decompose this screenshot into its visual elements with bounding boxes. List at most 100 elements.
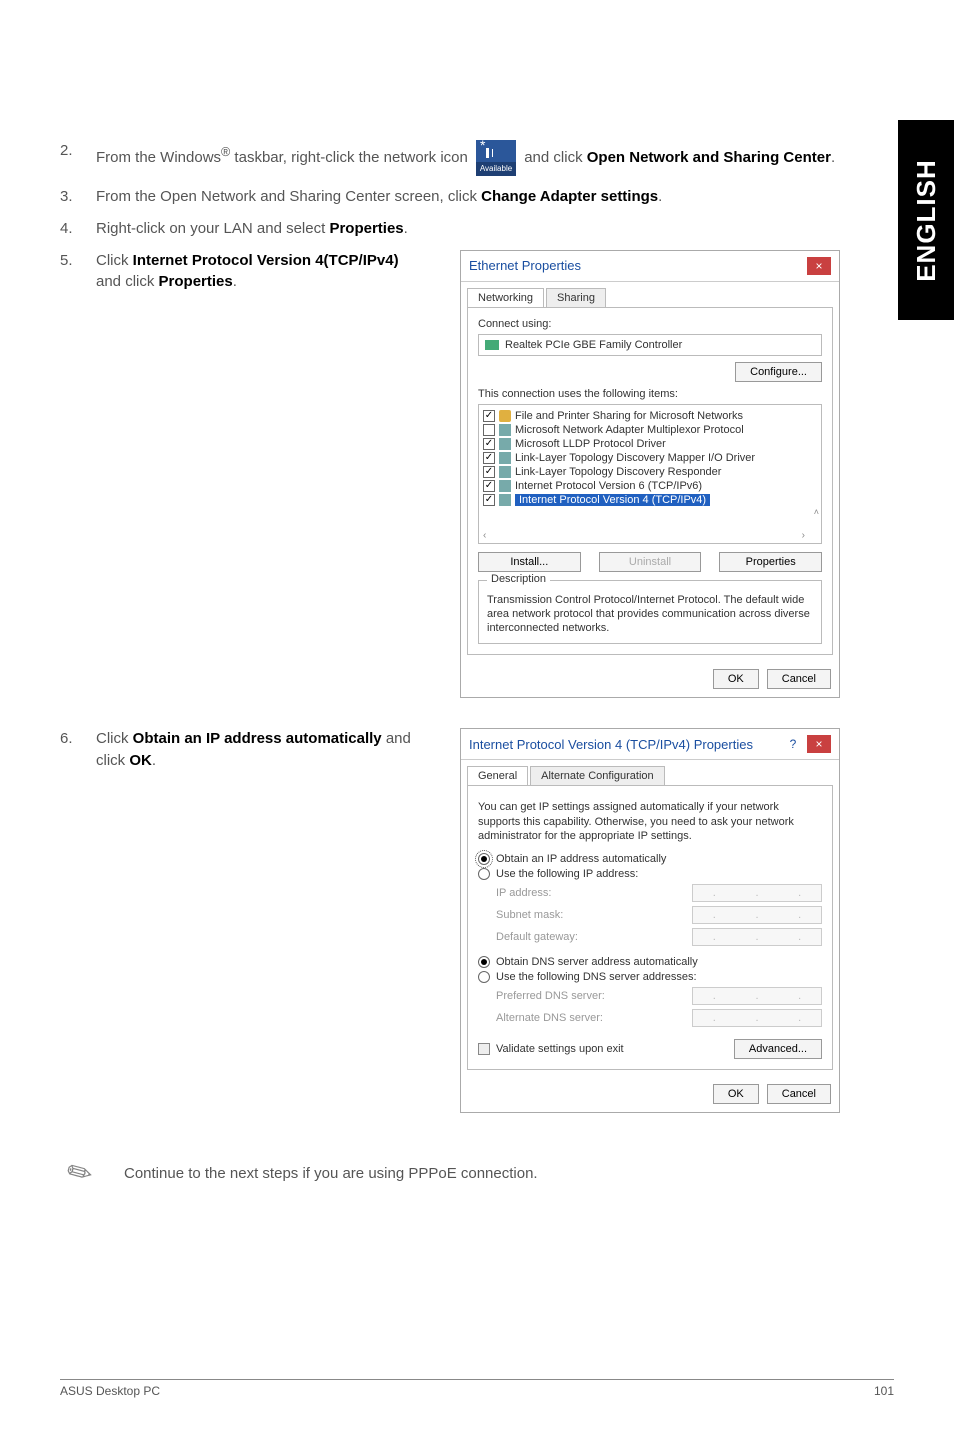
properties-button[interactable]: Properties <box>719 552 822 572</box>
ok-button[interactable]: OK <box>713 1084 759 1104</box>
close-icon[interactable]: × <box>807 735 831 753</box>
list-item[interactable]: File and Printer Sharing for Microsoft N… <box>483 409 817 423</box>
radio-use-following-dns[interactable]: Use the following DNS server addresses: <box>478 971 822 983</box>
step-5-text-b: and click <box>96 273 159 290</box>
tab-alternate-configuration[interactable]: Alternate Configuration <box>530 766 665 785</box>
radio-use-following-dns-label: Use the following DNS server addresses: <box>496 971 697 983</box>
preferred-dns-label: Preferred DNS server: <box>496 990 605 1002</box>
cancel-button[interactable]: Cancel <box>767 669 831 689</box>
configure-button[interactable]: Configure... <box>735 362 822 382</box>
list-item[interactable]: Internet Protocol Version 4 (TCP/IPv4) <box>483 493 817 507</box>
dialog2-tabs: General Alternate Configuration <box>467 766 833 785</box>
protocol-icon <box>499 494 511 506</box>
step-6-text-a: Click <box>96 730 133 747</box>
cancel-button[interactable]: Cancel <box>767 1084 831 1104</box>
list-item-label: Internet Protocol Version 6 (TCP/IPv6) <box>515 480 702 492</box>
tab-sharing[interactable]: Sharing <box>546 288 606 307</box>
dialog1-footer: OK Cancel <box>461 661 839 697</box>
step-2-bold: Open Network and Sharing Center <box>587 149 831 166</box>
step-5-text-a: Click <box>96 252 133 269</box>
tab-general[interactable]: General <box>467 766 528 785</box>
radio-use-following-ip[interactable]: Use the following IP address: <box>478 868 822 880</box>
step-2-text-a: From the Windows <box>96 149 221 166</box>
step-2-body: From the Windows® taskbar, right-click t… <box>96 140 880 176</box>
checkbox-icon[interactable] <box>483 480 495 492</box>
validate-checkbox[interactable] <box>478 1043 490 1055</box>
note-text: Continue to the next steps if you are us… <box>124 1165 538 1182</box>
description-text: Transmission Control Protocol/Internet P… <box>487 593 813 636</box>
tab-networking[interactable]: Networking <box>467 288 544 307</box>
dialog2-footer: OK Cancel <box>461 1076 839 1112</box>
radio-use-following-ip-label: Use the following IP address: <box>496 868 638 880</box>
language-side-tab: ENGLISH <box>898 120 954 320</box>
list-item[interactable]: Link-Layer Topology Discovery Responder <box>483 465 817 479</box>
network-tray-icon-label: Available <box>476 162 516 176</box>
step-4-number: 4. <box>60 218 96 240</box>
step-2-number: 2. <box>60 140 96 176</box>
list-item[interactable]: Microsoft Network Adapter Multiplexor Pr… <box>483 423 817 437</box>
nic-icon <box>485 340 499 350</box>
step-4-body: Right-click on your LAN and select Prope… <box>96 218 880 240</box>
ipv4-properties-dialog: Internet Protocol Version 4 (TCP/IPv4) P… <box>460 728 840 1113</box>
protocol-icon <box>499 452 511 464</box>
protocol-icon <box>499 466 511 478</box>
pen-icon: ✎ <box>53 1146 108 1201</box>
ip-address-field: IP address: ... <box>496 884 822 902</box>
ok-button[interactable]: OK <box>713 669 759 689</box>
hscroll-left-icon[interactable]: ‹ <box>483 530 486 541</box>
step-5-row: 5. Click Internet Protocol Version 4(TCP… <box>60 250 880 699</box>
install-button[interactable]: Install... <box>478 552 581 572</box>
page-footer: ASUS Desktop PC 101 <box>60 1379 894 1398</box>
step-3-end: . <box>658 188 662 205</box>
network-tray-icon: Available <box>476 140 516 176</box>
dialog2-title: Internet Protocol Version 4 (TCP/IPv4) P… <box>469 737 753 752</box>
radio-icon <box>478 868 490 880</box>
list-item-label: Microsoft LLDP Protocol Driver <box>515 438 666 450</box>
checkbox-icon[interactable] <box>483 466 495 478</box>
scroll-up-icon[interactable]: ˄ <box>814 507 819 517</box>
list-item-label: File and Printer Sharing for Microsoft N… <box>515 410 743 422</box>
close-icon[interactable]: × <box>807 257 831 275</box>
protocol-icon <box>499 424 511 436</box>
list-item-label: Link-Layer Topology Discovery Responder <box>515 466 721 478</box>
default-gateway-field: Default gateway: ... <box>496 928 822 946</box>
advanced-button[interactable]: Advanced... <box>734 1039 822 1059</box>
list-item-label: Link-Layer Topology Discovery Mapper I/O… <box>515 452 755 464</box>
radio-icon <box>478 956 490 968</box>
step-3: 3. From the Open Network and Sharing Cen… <box>60 186 880 208</box>
step-3-text: From the Open Network and Sharing Center… <box>96 188 481 205</box>
checkbox-icon[interactable] <box>483 424 495 436</box>
list-item[interactable]: Link-Layer Topology Discovery Mapper I/O… <box>483 451 817 465</box>
step-6: 6. Click Obtain an IP address automatica… <box>60 728 420 1103</box>
list-item-label: Microsoft Network Adapter Multiplexor Pr… <box>515 424 744 436</box>
radio-obtain-ip-auto[interactable]: Obtain an IP address automatically <box>478 853 822 865</box>
checkbox-icon[interactable] <box>483 410 495 422</box>
language-label: ENGLISH <box>911 159 942 282</box>
help-icon[interactable]: ? <box>781 735 805 753</box>
checkbox-icon[interactable] <box>483 438 495 450</box>
hscroll-right-icon[interactable]: › <box>802 530 805 541</box>
description-title: Description <box>487 573 550 585</box>
checkbox-icon[interactable] <box>483 494 495 506</box>
step-3-number: 3. <box>60 186 96 208</box>
checkbox-icon[interactable] <box>483 452 495 464</box>
ip-address-label: IP address: <box>496 887 551 899</box>
step-5: 5. Click Internet Protocol Version 4(TCP… <box>60 250 420 689</box>
note-row: ✎ Continue to the next steps if you are … <box>60 1153 880 1193</box>
ip-address-input: ... <box>692 884 822 902</box>
preferred-dns-input: ... <box>692 987 822 1005</box>
step-5-bold-b: Properties <box>159 273 233 290</box>
step-4: 4. Right-click on your LAN and select Pr… <box>60 218 880 240</box>
step-5-body: Click Internet Protocol Version 4(TCP/IP… <box>96 250 420 689</box>
list-item[interactable]: Internet Protocol Version 6 (TCP/IPv6) <box>483 479 817 493</box>
components-listbox[interactable]: File and Printer Sharing for Microsoft N… <box>478 404 822 544</box>
step-6-end: . <box>152 752 156 769</box>
list-item[interactable]: Microsoft LLDP Protocol Driver <box>483 437 817 451</box>
scrollbar[interactable]: ˄˅ <box>814 507 819 544</box>
dialog1-titlebar: Ethernet Properties × <box>461 251 839 282</box>
dialog1-title: Ethernet Properties <box>469 258 581 273</box>
radio-obtain-dns-auto[interactable]: Obtain DNS server address automatically <box>478 956 822 968</box>
radio-icon <box>478 853 490 865</box>
alternate-dns-label: Alternate DNS server: <box>496 1012 603 1024</box>
page-content: 2. From the Windows® taskbar, right-clic… <box>60 140 880 1193</box>
